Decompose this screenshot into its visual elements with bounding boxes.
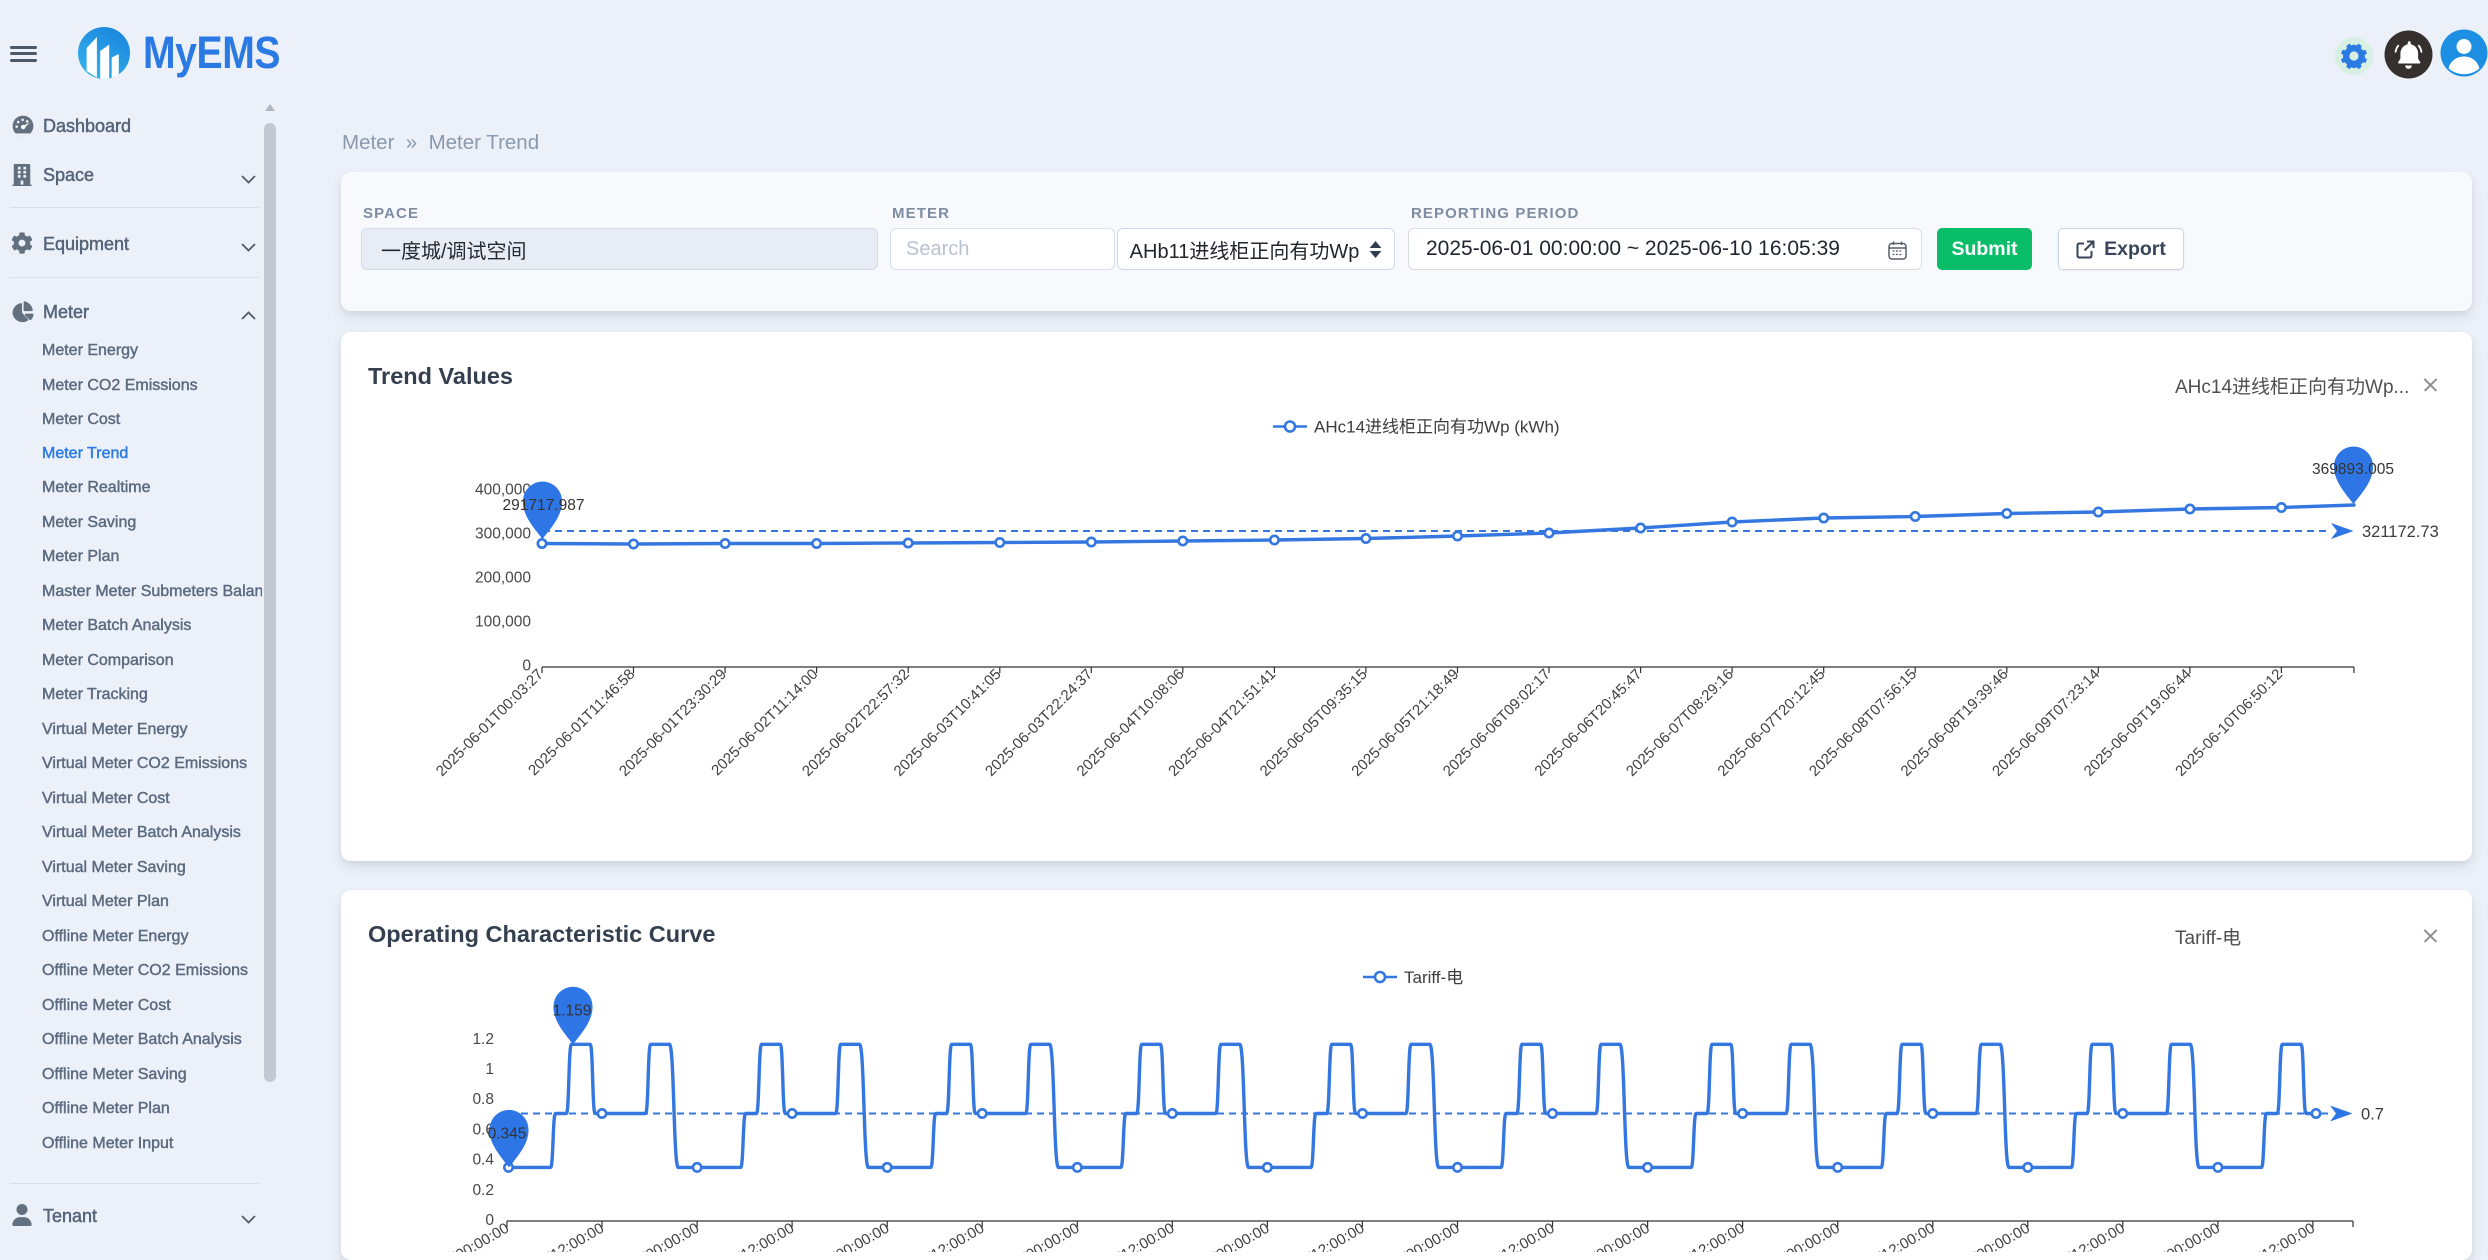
svg-text:1.2: 1.2 (472, 1031, 494, 1048)
svg-text:400,000: 400,000 (475, 482, 531, 499)
svg-text:0.7: 0.7 (2361, 1106, 2384, 1124)
svg-text:0.8: 0.8 (472, 1091, 494, 1108)
svg-text:321172.73: 321172.73 (2362, 523, 2439, 541)
svg-text:200,000: 200,000 (475, 570, 531, 587)
svg-text:AHc14进线柜正向有功Wp (kWh): AHc14进线柜正向有功Wp (kWh) (1314, 418, 1560, 437)
svg-text:1.159: 1.159 (553, 1003, 592, 1020)
svg-text:291717.987: 291717.987 (503, 497, 585, 514)
svg-text:300,000: 300,000 (475, 526, 531, 543)
svg-text:1: 1 (485, 1061, 494, 1078)
svg-text:369893.005: 369893.005 (2312, 461, 2394, 478)
svg-text:0.345: 0.345 (488, 1126, 527, 1143)
svg-text:Tariff-电: Tariff-电 (1404, 968, 1463, 987)
svg-text:100,000: 100,000 (475, 614, 531, 631)
svg-text:0.4: 0.4 (472, 1152, 494, 1169)
svg-text:0.2: 0.2 (472, 1182, 494, 1199)
